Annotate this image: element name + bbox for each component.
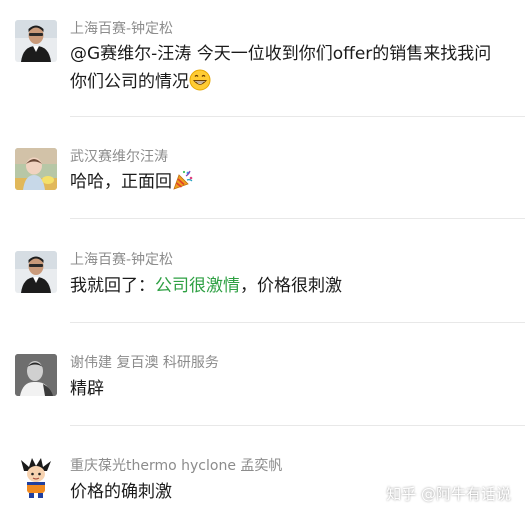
avatar[interactable] bbox=[15, 251, 57, 293]
sender-name: 武汉赛维尔汪涛 bbox=[70, 149, 168, 165]
avatar[interactable] bbox=[15, 354, 57, 396]
avatar[interactable] bbox=[15, 20, 57, 62]
message-text-segment: ，价格很刺激 bbox=[240, 276, 342, 296]
message-text: @G赛维尔-汪涛 今天一位收到你们offer的销售来找我问 你们公司的情况 bbox=[70, 40, 491, 100]
message-divider bbox=[70, 116, 525, 117]
avatar[interactable] bbox=[15, 148, 57, 190]
message-text: 精辟 bbox=[70, 379, 104, 399]
highlighted-text: 公司很激情 bbox=[155, 276, 240, 296]
message-text: 价格的确刺激 bbox=[70, 482, 172, 502]
party-popper-emoji-icon bbox=[172, 169, 194, 200]
message-text-line: @G赛维尔-汪涛 今天一位收到你们offer的销售来找我问 bbox=[70, 44, 492, 64]
chat-message-list: 上海百赛-钟定松 @G赛维尔-汪涛 今天一位收到你们offer的销售来找我问 你… bbox=[0, 0, 525, 518]
message-text-segment: 哈哈，正面回 bbox=[70, 172, 172, 192]
grinning-face-emoji-icon bbox=[189, 69, 211, 100]
sender-name: 上海百赛-钟定松 bbox=[70, 252, 174, 268]
sender-name: 重庆葆光thermo hyclone 孟奕帆 bbox=[70, 458, 283, 474]
sender-name: 谢伟建 复百澳 科研服务 bbox=[70, 355, 219, 371]
avatar[interactable] bbox=[15, 457, 57, 499]
message-text-segment: 你们公司的情况 bbox=[70, 72, 189, 92]
message-text-segment: 我就回了： bbox=[70, 276, 155, 296]
message-text: 哈哈，正面回 bbox=[70, 168, 194, 200]
message-divider bbox=[70, 218, 525, 219]
message-text: 我就回了：公司很激情，价格很刺激 bbox=[70, 272, 342, 300]
message-divider bbox=[70, 322, 525, 323]
message-divider bbox=[70, 425, 525, 426]
message-text-line-2: 你们公司的情况 bbox=[70, 68, 491, 100]
watermark: 知乎 @阿牛有话说 bbox=[386, 485, 511, 503]
sender-name: 上海百赛-钟定松 bbox=[70, 21, 174, 37]
